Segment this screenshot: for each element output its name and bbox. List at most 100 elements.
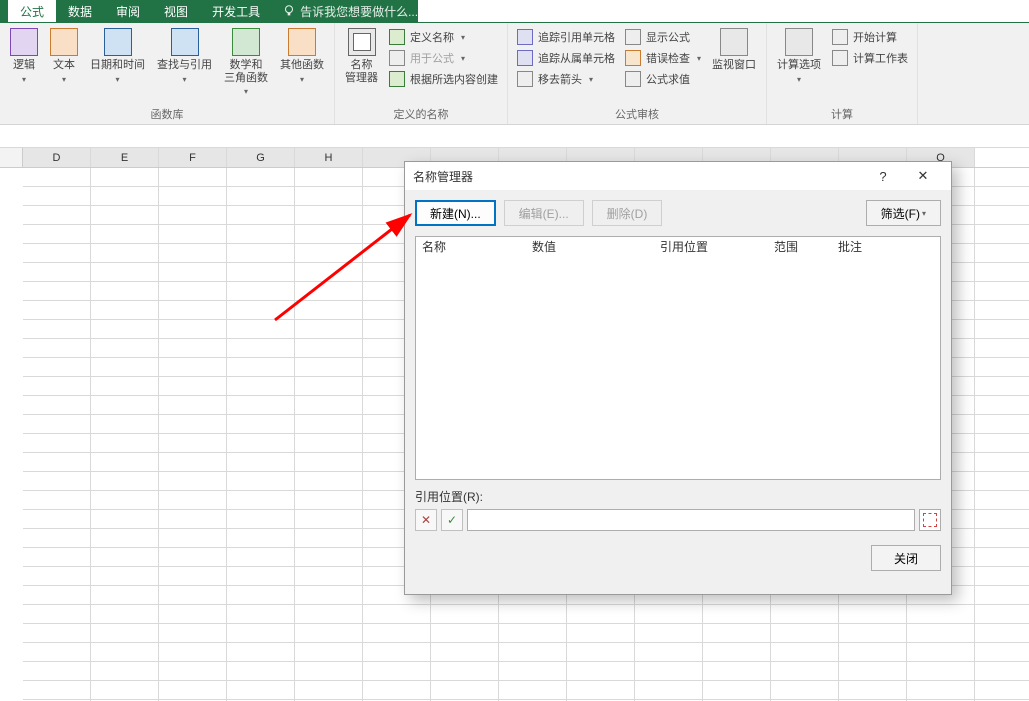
- tab-formula[interactable]: 公式: [8, 0, 56, 22]
- chevron-down-icon: ▾: [244, 87, 248, 96]
- show-formulas-icon: [625, 29, 641, 45]
- ref-cancel-icon: ✕: [415, 509, 437, 531]
- chevron-down-icon: ▾: [797, 75, 801, 84]
- dialog-help-button[interactable]: ?: [863, 169, 903, 184]
- bulb-icon: [282, 4, 296, 18]
- btn-trace-dependents[interactable]: 追踪从属单元格: [514, 49, 618, 67]
- btn-mathtrig[interactable]: 数学和 三角函数▾: [220, 26, 272, 98]
- list-header-row: 名称 数值 引用位置 范围 批注: [416, 237, 940, 257]
- theta-icon: [232, 28, 260, 56]
- refers-to-label: 引用位置(R):: [415, 488, 941, 505]
- name-manager-icon: [348, 28, 376, 56]
- col-scope[interactable]: 范围: [768, 237, 832, 257]
- btn-morefunc[interactable]: 其他函数▾: [276, 26, 328, 86]
- grid-icon: [389, 71, 405, 87]
- btn-datetime[interactable]: 日期和时间▾: [86, 26, 149, 86]
- row-header-strip: [0, 168, 23, 701]
- tag-icon: [389, 29, 405, 45]
- col-header[interactable]: G: [227, 148, 295, 167]
- calc-now-icon: [832, 29, 848, 45]
- btn-logical[interactable]: 逻辑▾: [6, 26, 42, 86]
- chevron-down-icon: ▾: [922, 209, 926, 218]
- calc-sheet-icon: [832, 50, 848, 66]
- chevron-down-icon: ▾: [22, 75, 26, 84]
- col-comment[interactable]: 批注: [832, 237, 940, 257]
- chevron-down-icon: ▾: [589, 75, 593, 84]
- select-all-corner[interactable]: [0, 148, 23, 167]
- btn-remove-arrows[interactable]: 移去箭头▾: [514, 70, 618, 88]
- trace-dep-icon: [517, 50, 533, 66]
- trace-prec-icon: [517, 29, 533, 45]
- btn-trace-precedents[interactable]: 追踪引用单元格: [514, 28, 618, 46]
- close-button[interactable]: 关闭: [871, 545, 941, 571]
- delete-name-button: 删除(D): [592, 200, 663, 226]
- btn-use-in-formula[interactable]: 用于公式▾: [386, 49, 501, 67]
- ref-accept-icon: ✓: [441, 509, 463, 531]
- col-value[interactable]: 数值: [526, 237, 654, 257]
- name-manager-dialog: 名称管理器 ? ✕ 新建(N)... 编辑(E)... 删除(D) 筛选(F) …: [404, 161, 952, 595]
- chevron-down-icon: ▾: [300, 75, 304, 84]
- fx-icon: [389, 50, 405, 66]
- btn-error-check[interactable]: 错误检查▾: [622, 49, 704, 67]
- logical-icon: [10, 28, 38, 56]
- evaluate-icon: [625, 71, 641, 87]
- dialog-footer: 关闭: [405, 531, 951, 585]
- col-header[interactable]: F: [159, 148, 227, 167]
- group-formula-auditing: 追踪引用单元格 追踪从属单元格 移去箭头▾ 显示公式 错误检查▾ 公式求值 监视…: [508, 23, 767, 124]
- btn-name-manager[interactable]: 名称 管理器: [341, 26, 382, 86]
- btn-show-formulas[interactable]: 显示公式: [622, 28, 704, 46]
- new-name-button[interactable]: 新建(N)...: [415, 200, 496, 226]
- refers-to-block: 引用位置(R): ✕ ✓: [405, 480, 951, 531]
- btn-lookup[interactable]: 查找与引用▾: [153, 26, 216, 86]
- col-header[interactable]: E: [91, 148, 159, 167]
- chevron-down-icon: ▾: [62, 75, 66, 84]
- btn-evaluate-formula[interactable]: 公式求值: [622, 70, 704, 88]
- text-icon: [50, 28, 78, 56]
- calculator-icon: [785, 28, 813, 56]
- list-body[interactable]: [416, 257, 940, 479]
- tell-me-label: 告诉我您想要做什么...: [300, 3, 418, 20]
- dialog-titlebar: 名称管理器 ? ✕: [405, 162, 951, 190]
- refers-to-input[interactable]: [467, 509, 915, 531]
- group-label: 函数库: [6, 106, 328, 124]
- chevron-down-icon: ▾: [461, 33, 465, 42]
- ribbon-tabbar: 公式 数据 审阅 视图 开发工具 告诉我您想要做什么...: [0, 0, 1029, 23]
- group-defined-names: 名称 管理器 定义名称▾ 用于公式▾ 根据所选内容创建 定义的名称: [335, 23, 508, 124]
- clock-icon: [104, 28, 132, 56]
- tab-view[interactable]: 视图: [152, 0, 200, 22]
- btn-calc-options[interactable]: 计算选项▾: [773, 26, 825, 86]
- dialog-toolbar: 新建(N)... 编辑(E)... 删除(D) 筛选(F) ▾: [405, 190, 951, 236]
- name-list[interactable]: 名称 数值 引用位置 范围 批注: [415, 236, 941, 480]
- col-name[interactable]: 名称: [416, 237, 526, 257]
- edit-name-button: 编辑(E)...: [504, 200, 584, 226]
- tab-devtools[interactable]: 开发工具: [200, 0, 272, 22]
- btn-text[interactable]: 文本▾: [46, 26, 82, 86]
- chevron-down-icon: ▾: [461, 54, 465, 63]
- btn-watch-window[interactable]: 监视窗口: [708, 26, 760, 74]
- dialog-title: 名称管理器: [413, 168, 863, 185]
- tab-review[interactable]: 审阅: [104, 0, 152, 22]
- filter-button[interactable]: 筛选(F) ▾: [866, 200, 941, 226]
- more-icon: [288, 28, 316, 56]
- btn-calc-now[interactable]: 开始计算: [829, 28, 911, 46]
- tab-data[interactable]: 数据: [56, 0, 104, 22]
- btn-define-name[interactable]: 定义名称▾: [386, 28, 501, 46]
- col-header[interactable]: H: [295, 148, 363, 167]
- btn-calc-sheet[interactable]: 计算工作表: [829, 49, 911, 67]
- formula-bar[interactable]: [0, 125, 1029, 148]
- col-refers-to[interactable]: 引用位置: [654, 237, 768, 257]
- btn-create-from-selection[interactable]: 根据所选内容创建: [386, 70, 501, 88]
- group-label: 定义的名称: [341, 106, 501, 124]
- group-label: 计算: [773, 106, 911, 124]
- collapse-dialog-icon[interactable]: [919, 509, 941, 531]
- group-function-library: 逻辑▾ 文本▾ 日期和时间▾ 查找与引用▾ 数学和 三角函数▾ 其他函数▾ 函数…: [0, 23, 335, 124]
- dialog-close-button[interactable]: ✕: [903, 168, 943, 184]
- remove-arrow-icon: [517, 71, 533, 87]
- tell-me[interactable]: 告诉我您想要做什么...: [272, 0, 418, 22]
- chevron-down-icon: ▾: [115, 75, 119, 84]
- error-check-icon: [625, 50, 641, 66]
- lookup-icon: [171, 28, 199, 56]
- col-header[interactable]: D: [23, 148, 91, 167]
- chevron-down-icon: ▾: [697, 54, 701, 63]
- chevron-down-icon: ▾: [182, 75, 186, 84]
